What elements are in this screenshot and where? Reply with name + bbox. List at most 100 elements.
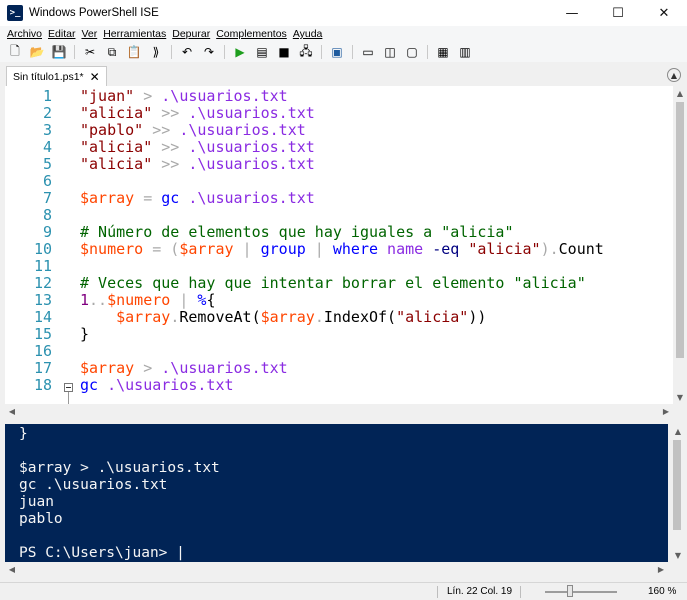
code-token: -eq	[423, 240, 460, 258]
menu-item-herramientas[interactable]: Herramientas	[100, 28, 169, 40]
console-line: }	[19, 426, 28, 442]
code-line: 8	[5, 207, 673, 224]
menu-item-editar[interactable]: Editar	[45, 28, 78, 40]
line-number: 5	[42, 155, 52, 173]
menu-item-complementos[interactable]: Complementos	[213, 28, 290, 40]
script-editor[interactable]: 1 "juan" > .\usuarios.txt 2 "alicia" >> .\u…	[5, 86, 673, 404]
zoom-slider-thumb[interactable]	[567, 585, 573, 597]
code-token: >>	[143, 121, 180, 139]
code-line: 11	[5, 258, 673, 275]
console-line: gc .\usuarios.txt	[19, 477, 168, 493]
line-number: 4	[42, 138, 52, 156]
editor-scroll-thumb[interactable]	[676, 102, 684, 358]
code-line: 16	[5, 343, 673, 360]
code-token: .\usuarios.txt	[179, 189, 315, 207]
console-scroll-left-icon[interactable]: ◀	[5, 562, 19, 576]
stop-icon[interactable]: ■	[275, 43, 293, 61]
menu-item-ver[interactable]: Ver	[78, 28, 100, 40]
line-number: 14	[33, 308, 52, 326]
zoom-level: 160 %	[648, 586, 677, 597]
scroll-up-icon[interactable]: ▲	[673, 86, 687, 100]
close-window-button[interactable]: ✕	[641, 0, 687, 26]
tab-script[interactable]: Sin título1.ps1* ✕	[6, 66, 107, 86]
console-vertical-scrollbar[interactable]: ▲ ▼	[668, 424, 687, 562]
code-line: 14 $array.RemoveAt($array.IndexOf("alici…	[5, 309, 673, 326]
code-token: ).	[540, 240, 559, 258]
layout-right-icon[interactable]: ◫	[381, 43, 399, 61]
code-token: .\usuarios.txt	[161, 359, 288, 377]
console-line: PS C:\Users\juan> |	[19, 545, 185, 561]
cut-icon[interactable]: ✂	[81, 43, 99, 61]
console-horizontal-scrollbar[interactable]: ◀ ▶	[5, 562, 668, 576]
code-token: $array	[80, 359, 135, 377]
code-token: .\usuarios.txt	[188, 155, 315, 173]
layout-max-icon[interactable]: ▢	[403, 43, 421, 61]
show-commands-icon[interactable]: ▦	[434, 43, 452, 61]
menu-item-ayuda[interactable]: Ayuda	[290, 28, 326, 40]
scroll-down-icon[interactable]: ▼	[673, 390, 687, 404]
editor-vertical-scrollbar[interactable]: ▲ ▼	[673, 86, 687, 404]
code-line: 13 1..$numero | %{	[5, 292, 673, 309]
run-script-icon[interactable]: ▶	[231, 43, 249, 61]
line-number: 2	[42, 104, 52, 122]
code-line: 2 "alicia" >> .\usuarios.txt	[5, 105, 673, 122]
line-number: 18	[33, 376, 52, 394]
code-token: "alicia"	[80, 138, 153, 156]
undo-icon[interactable]: ↶	[178, 43, 196, 61]
run-selection-icon[interactable]: ▤	[253, 43, 271, 61]
line-number: 16	[33, 342, 52, 360]
code-line: 3 "pablo" >> .\usuarios.txt	[5, 122, 673, 139]
code-token: >>	[152, 104, 189, 122]
console-scroll-down-icon[interactable]: ▼	[671, 548, 685, 562]
code-text: "juan" > .\usuarios.txt	[80, 88, 288, 105]
code-token: "alicia"	[80, 155, 153, 173]
save-icon[interactable]: 💾	[50, 43, 68, 61]
console-scroll-thumb[interactable]	[673, 440, 681, 530]
window-title: Windows PowerShell ISE	[29, 7, 159, 19]
scroll-right-icon[interactable]: ▶	[659, 404, 673, 418]
paste-icon[interactable]: 📋	[125, 43, 143, 61]
copy-icon[interactable]: ⧉	[103, 43, 121, 61]
maximize-button[interactable]: ☐	[595, 0, 641, 26]
code-token: .\usuarios.txt	[98, 376, 234, 394]
tab-close-icon[interactable]: ✕	[90, 70, 100, 84]
zoom-slider-track[interactable]	[545, 591, 617, 593]
code-line: 10 $numero = ($array | group | where name…	[5, 241, 673, 258]
console-scroll-right-icon[interactable]: ▶	[654, 562, 668, 576]
open-file-icon[interactable]: 📂	[28, 43, 46, 61]
code-text: "pablo" >> .\usuarios.txt	[80, 122, 306, 139]
menu-item-depurar[interactable]: Depurar	[169, 28, 213, 40]
clear-console-icon[interactable]: ⟫	[147, 43, 165, 61]
code-text: "alicia" >> .\usuarios.txt	[80, 139, 315, 156]
code-token: RemoveAt(	[179, 308, 261, 326]
new-file-icon[interactable]: 🗋	[6, 43, 24, 61]
code-token: }	[80, 325, 90, 343]
code-token: |	[170, 291, 198, 309]
editor-horizontal-scrollbar[interactable]: ◀ ▶	[5, 404, 673, 418]
code-text: "alicia" >> .\usuarios.txt	[80, 156, 315, 173]
code-token: |	[233, 240, 261, 258]
title-bar: >_ Windows PowerShell ISE — ☐ ✕	[0, 0, 687, 26]
code-text: gc .\usuarios.txt	[80, 377, 234, 394]
code-token: ..	[89, 291, 108, 309]
console-pane[interactable]: } $array > .\usuarios.txt gc .\usuarios.tx…	[5, 424, 668, 562]
collapse-script-pane-icon[interactable]: ▲	[667, 68, 681, 82]
code-token: Count	[558, 240, 604, 258]
line-number: 6	[42, 172, 52, 190]
code-line: 12 # Veces que hay que intentar borrar el…	[5, 275, 673, 292]
start-powershell-icon[interactable]: ▣	[328, 43, 346, 61]
minimize-button[interactable]: —	[549, 0, 595, 26]
code-token: .\usuarios.txt	[188, 138, 315, 156]
scroll-left-icon[interactable]: ◀	[5, 404, 19, 418]
command-addon-icon[interactable]: ▥	[456, 43, 474, 61]
redo-icon[interactable]: ↷	[200, 43, 218, 61]
remote-powershell-icon[interactable]: 🖧	[297, 43, 315, 61]
status-bar: Lín. 22 Col. 19 160 %	[0, 582, 687, 600]
code-token: >>	[152, 138, 189, 156]
code-line: 17 $array > .\usuarios.txt	[5, 360, 673, 377]
layout-top-icon[interactable]: ▭	[359, 43, 377, 61]
menu-item-archivo[interactable]: Archivo	[4, 28, 45, 40]
code-line: 15}	[5, 326, 673, 343]
console-scroll-up-icon[interactable]: ▲	[671, 424, 685, 438]
line-number: 12	[33, 274, 52, 292]
